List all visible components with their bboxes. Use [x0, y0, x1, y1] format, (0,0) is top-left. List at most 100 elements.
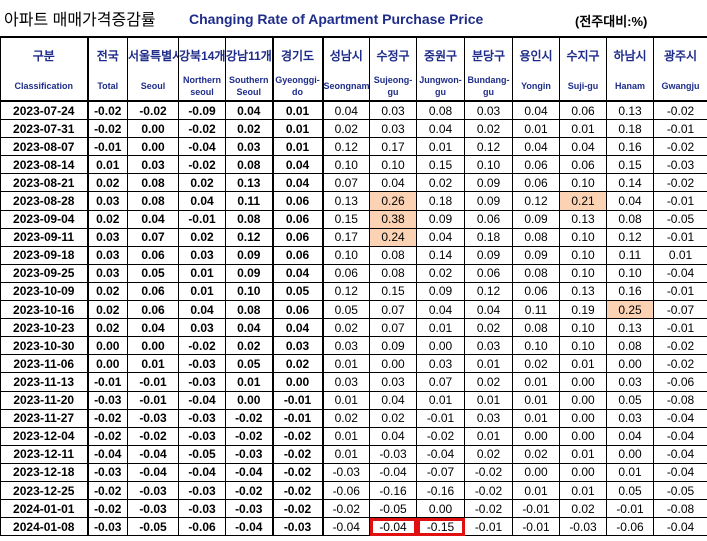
table-row: 2023-08-07 -0.01 0.00 -0.04 0.03 0.01 0.12 0.17…: [0, 137, 707, 157]
table-cell: 0.01: [512, 372, 560, 392]
table-cell: 0.09: [464, 173, 513, 193]
table-cell: -0.02: [225, 480, 274, 501]
table-cell: -0.03: [225, 444, 274, 464]
table-cell: 0.04: [369, 426, 417, 446]
table-cell: 0.04: [178, 300, 226, 320]
column-header-ko: 성남시: [322, 36, 370, 72]
table-cell: 0.03: [87, 227, 128, 247]
table-cell: 0.13: [225, 173, 274, 193]
table-cell: 0.18: [464, 227, 513, 247]
table-cell: 0.03: [87, 245, 128, 265]
table-cell: 0.04: [416, 119, 465, 139]
row-date: 2023-08-14: [0, 155, 89, 175]
table-row: 2023-09-04 0.02 0.04 -0.01 0.08 0.06 0.15 0.38 0…: [0, 209, 707, 229]
table-cell: 0.01: [322, 354, 370, 374]
table-cell: 0.04: [272, 155, 324, 175]
table-cell: -0.02: [416, 426, 465, 446]
row-date: 2023-09-25: [0, 263, 89, 283]
table-cell: 0.06: [559, 155, 607, 175]
row-date: 2023-12-11: [0, 444, 89, 464]
table-cell: -0.01: [272, 390, 324, 410]
table-cell: -0.03: [87, 517, 128, 537]
column-header-en: Gyeonggi-do: [272, 72, 324, 102]
table-row: 2023-09-25 0.03 0.05 0.01 0.09 0.04 0.06 0.08 0.…: [0, 263, 707, 283]
table-cell: 0.09: [416, 281, 465, 302]
table-cell: 0.00: [559, 462, 607, 482]
table-cell: -0.03: [178, 480, 226, 501]
table-cell: 0.09: [225, 245, 274, 265]
table-cell: 0.15: [416, 155, 465, 175]
table-cell: -0.05: [653, 480, 707, 501]
table-cell: 0.04: [322, 100, 370, 121]
table-cell: -0.08: [653, 499, 707, 519]
table-cell: 0.08: [127, 173, 179, 193]
table-row: 2023-07-31 -0.02 0.00 -0.02 0.02 0.01 0.02 0.03…: [0, 119, 707, 139]
table-cell: 0.21: [559, 191, 607, 211]
column-header-en: Northern seoul: [178, 72, 226, 102]
table-cell: -0.02: [272, 462, 324, 482]
table-cell: 0.01: [322, 390, 370, 410]
table-cell: 0.04: [127, 209, 179, 229]
table-cell: 0.03: [464, 408, 513, 428]
table-cell: -0.05: [369, 499, 417, 519]
table-cell: 0.08: [369, 245, 417, 265]
table-cell: 0.03: [322, 336, 370, 356]
table-cell: 0.02: [87, 281, 128, 302]
table-cell: 0.06: [512, 281, 560, 302]
table-cell: -0.02: [87, 408, 128, 428]
column-header-en: Classification: [0, 72, 89, 102]
table-cell: 0.04: [606, 426, 654, 446]
table-cell: -0.01: [127, 390, 179, 410]
table-cell: 0.17: [322, 227, 370, 247]
table-cell: 0.03: [87, 263, 128, 283]
table-row: 2023-12-18 -0.03 -0.04 -0.04 -0.04 -0.02 -0.03…: [0, 462, 707, 482]
table-cell: 0.07: [369, 318, 417, 338]
table-cell: 0.06: [127, 300, 179, 320]
table-cell: -0.02: [322, 499, 370, 519]
table-cell: -0.07: [416, 462, 465, 482]
table-cell: 0.01: [512, 480, 560, 501]
table-cell: 0.10: [559, 263, 607, 283]
table-cell: -0.03: [322, 462, 370, 482]
table-cell: 0.16: [606, 281, 654, 302]
table-cell: 0.03: [225, 137, 274, 157]
table-cell: 0.15: [606, 155, 654, 175]
table-cell: -0.06: [606, 517, 654, 537]
table-cell: 0.02: [87, 173, 128, 193]
table-cell: -0.01: [87, 137, 128, 157]
table-cell: 0.04: [512, 100, 560, 121]
table-cell: 0.01: [559, 444, 607, 464]
table-cell: -0.07: [653, 300, 707, 320]
column-header-ko: 광주시: [653, 36, 707, 72]
table-cell: 0.04: [559, 137, 607, 157]
table-cell: -0.04: [178, 462, 226, 482]
table-cell: 0.01: [178, 281, 226, 302]
table-cell: 0.09: [225, 263, 274, 283]
row-date: 2023-07-31: [0, 119, 89, 139]
table-cell: 0.13: [559, 281, 607, 302]
table-cell: 0.11: [225, 191, 274, 211]
table-cell: -0.03: [559, 517, 607, 537]
table-cell: 0.08: [512, 263, 560, 283]
table-cell: 0.00: [416, 499, 465, 519]
table-cell: -0.02: [272, 480, 324, 501]
table-cell: 0.06: [512, 173, 560, 193]
table-cell: 0.04: [606, 191, 654, 211]
table-cell: -0.02: [127, 100, 179, 121]
table-cell: 0.04: [127, 318, 179, 338]
table-cell: 0.00: [512, 426, 560, 446]
table-cell: 0.02: [464, 444, 513, 464]
table-cell: 0.06: [272, 227, 324, 247]
table-cell: 0.05: [225, 354, 274, 374]
table-row: 2023-11-06 0.00 0.01 -0.03 0.05 0.02 0.01 0.00 0…: [0, 354, 707, 374]
table-row: 2023-12-04 -0.02 -0.02 -0.03 -0.02 -0.02 0.01 0…: [0, 426, 707, 446]
table-cell: 0.03: [464, 336, 513, 356]
row-date: 2024-01-01: [0, 499, 89, 519]
table-cell: 0.14: [416, 245, 465, 265]
table-cell: -0.02: [272, 426, 324, 446]
table-cell: 0.10: [322, 245, 370, 265]
column-header-ko: 용인시: [512, 36, 560, 72]
table-cell: 0.00: [87, 336, 128, 356]
column-header-ko: 수지구: [559, 36, 607, 72]
table-cell: 0.01: [653, 245, 707, 265]
